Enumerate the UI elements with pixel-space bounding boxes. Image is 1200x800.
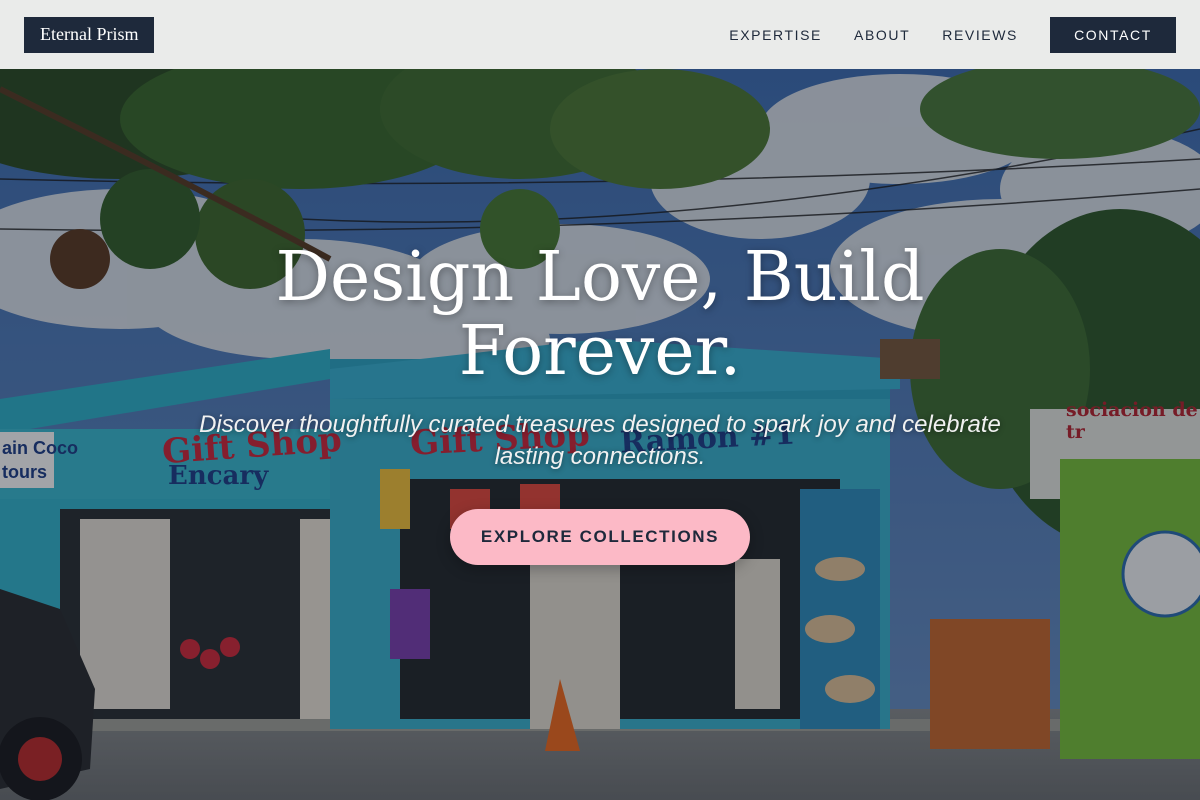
main-nav: EXPERTISE ABOUT REVIEWS CONTACT [697,16,1176,53]
contact-button[interactable]: CONTACT [1050,16,1176,53]
explore-collections-button[interactable]: EXPLORE COLLECTIONS [450,509,750,565]
brand-logo[interactable]: Eternal Prism [24,16,155,53]
hero-title: Design Love, Build Forever. [275,238,925,391]
nav-link-about[interactable]: ABOUT [854,27,910,43]
nav-link-reviews[interactable]: REVIEWS [942,27,1018,43]
site-header: Eternal Prism EXPERTISE ABOUT REVIEWS CO… [0,0,1200,69]
hero-subtitle: Discover thoughtfully curated treasures … [199,411,1001,470]
nav-link-expertise[interactable]: EXPERTISE [729,27,822,43]
hero-content: Design Love, Build Forever. Discover tho… [0,69,1200,800]
hero-section: Gift Shop Encary Gift Shop Ramon #1 ain … [0,69,1200,800]
